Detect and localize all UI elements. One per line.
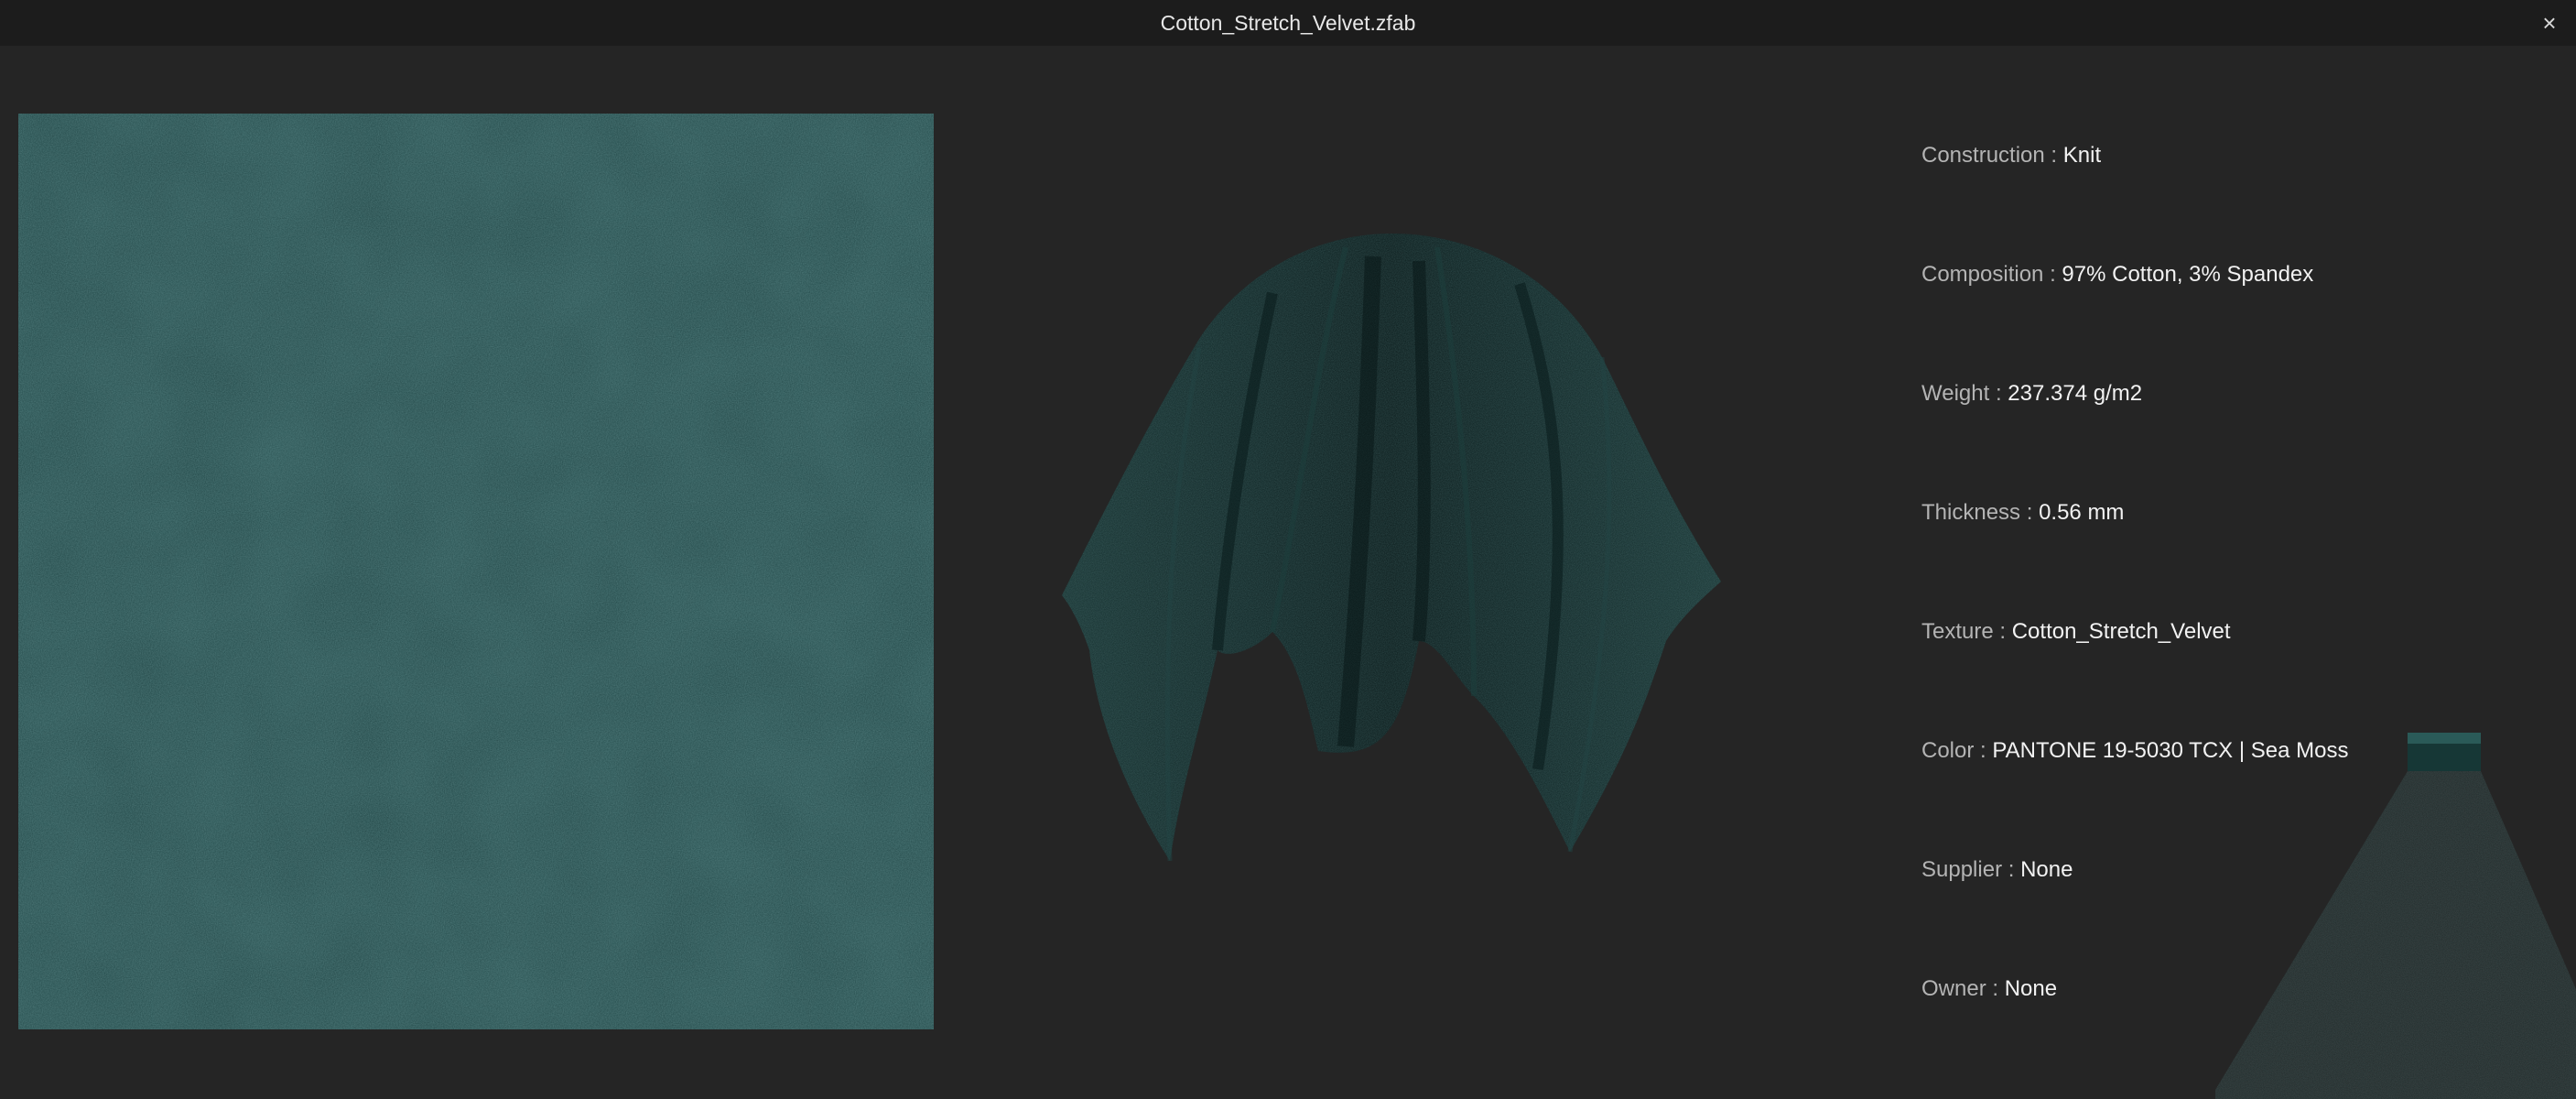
property-label: Composition bbox=[1921, 262, 2044, 287]
property-label: Weight bbox=[1921, 381, 1990, 406]
title-bar: Cotton_Stretch_Velvet.zfab × bbox=[0, 0, 2576, 46]
property-value: None bbox=[2020, 857, 2073, 882]
property-separator: : bbox=[1999, 619, 2012, 644]
property-thickness: Thickness : 0.56 mm bbox=[1921, 495, 2471, 614]
property-label: Texture bbox=[1921, 619, 1994, 644]
property-label: Thickness bbox=[1921, 500, 2021, 525]
close-icon[interactable]: × bbox=[2536, 9, 2563, 37]
drape-cloth-shape bbox=[1062, 234, 1721, 862]
property-label: Construction bbox=[1921, 143, 2045, 168]
property-value: Cotton_Stretch_Velvet bbox=[2011, 619, 2231, 644]
pantone-color-chip bbox=[2215, 724, 2576, 1099]
property-separator: : bbox=[2026, 500, 2040, 525]
property-weight: Weight : 237.374 g/m2 bbox=[1921, 375, 2471, 495]
window-title: Cotton_Stretch_Velvet.zfab bbox=[1160, 11, 1416, 35]
property-separator: : bbox=[2051, 143, 2063, 168]
property-construction: Construction : Knit bbox=[1921, 137, 2471, 256]
fabric-viewer-window: Cotton_Stretch_Velvet.zfab × Constructio… bbox=[0, 0, 2576, 1099]
property-texture: Texture : Cotton_Stretch_Velvet bbox=[1921, 614, 2471, 733]
property-separator: : bbox=[2008, 857, 2021, 882]
property-value: None bbox=[2004, 976, 2058, 1001]
property-value: Knit bbox=[2062, 143, 2102, 168]
property-value: 0.56 mm bbox=[2039, 500, 2125, 525]
property-separator: : bbox=[2050, 262, 2062, 287]
property-separator: : bbox=[1995, 381, 2008, 406]
property-composition: Composition : 97% Cotton, 3% Spandex bbox=[1921, 256, 2471, 375]
property-label: Color bbox=[1921, 738, 1975, 763]
fabric-3d-preview[interactable] bbox=[1044, 220, 1739, 879]
fabric-texture-swatch bbox=[18, 114, 934, 1029]
property-value: 97% Cotton, 3% Spandex bbox=[2062, 262, 2314, 287]
property-value: 237.374 g/m2 bbox=[2008, 381, 2143, 406]
property-label: Supplier bbox=[1921, 857, 2003, 882]
property-label: Owner bbox=[1921, 976, 1986, 1001]
property-separator: : bbox=[1980, 738, 1993, 763]
property-separator: : bbox=[1992, 976, 2005, 1001]
